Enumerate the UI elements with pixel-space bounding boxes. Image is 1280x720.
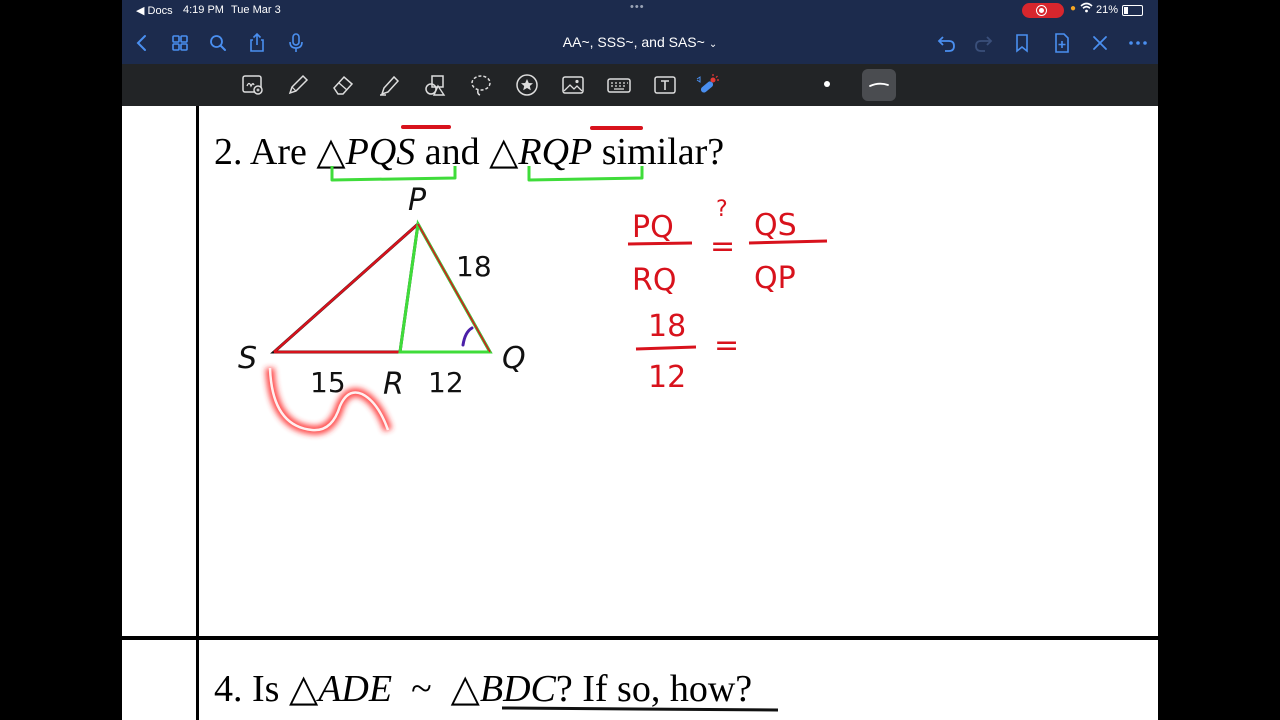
orange-dot-icon: ●: [1070, 3, 1077, 14]
document-title[interactable]: AA~, SSS~, and SAS~ ⌄: [122, 34, 1158, 50]
ratio-2-numerator: QS: [754, 208, 797, 243]
highlighter-icon[interactable]: [376, 72, 402, 98]
vertex-label-p: P: [408, 183, 427, 218]
value-numerator: 18: [648, 309, 686, 344]
back-to-app[interactable]: ◀ Docs: [136, 4, 173, 17]
handwritten-ratios: PQ RQ ? = QS QP 18 12 =: [627, 197, 828, 395]
zoom-box-icon[interactable]: [240, 72, 266, 98]
pen-icon[interactable]: [285, 72, 311, 98]
lasso-icon[interactable]: [468, 72, 494, 98]
side-length-rq: 12: [428, 366, 464, 399]
side-length-pq: 18: [456, 250, 492, 283]
stroke-style-button[interactable]: [862, 69, 896, 101]
multitask-dots-icon[interactable]: •••: [630, 1, 645, 13]
close-icon[interactable]: [1088, 31, 1112, 55]
wifi-icon: [1080, 2, 1093, 16]
status-time: 4:19 PM: [183, 4, 224, 16]
status-date: Tue Mar 3: [231, 4, 281, 16]
keyboard-icon[interactable]: [606, 72, 632, 98]
elements-sticker-icon[interactable]: [514, 72, 540, 98]
thickness-dot-icon[interactable]: [824, 81, 830, 87]
ink-canvas: P S Q R 18 15 12 PQ RQ ? = QS QP 18 12 =: [238, 125, 828, 712]
redo-icon[interactable]: [972, 31, 996, 55]
ipad-screen: ◀ Docs 4:19 PM Tue Mar 3 ••• ● 21% AA~, …: [122, 0, 1158, 720]
document-title-text: AA~, SSS~, and SAS~: [562, 34, 705, 50]
image-icon[interactable]: [560, 72, 586, 98]
q2-green-brackets: [330, 166, 644, 182]
value-denominator: 12: [648, 360, 686, 395]
bookmark-icon[interactable]: [1010, 31, 1034, 55]
q4-underline: [501, 706, 779, 712]
more-icon[interactable]: [1126, 31, 1150, 55]
add-page-icon[interactable]: [1050, 31, 1074, 55]
triangle-figure: P S Q R 18 15 12: [238, 183, 526, 402]
equals-sign-2: =: [714, 328, 739, 363]
drawing-toolbar: [122, 64, 1158, 106]
laser-pointer-icon[interactable]: [694, 72, 720, 98]
question-mark: ?: [716, 197, 728, 222]
q2-red-overlines: [401, 125, 643, 130]
undo-icon[interactable]: [934, 31, 958, 55]
note-page[interactable]: 2. Are △PQS and △RQP similar? 4. Is △ADE…: [122, 106, 1158, 720]
ratio-1-numerator: PQ: [632, 210, 674, 245]
ratio-1-denominator: RQ: [632, 263, 676, 298]
status-bar: ◀ Docs 4:19 PM Tue Mar 3 ••• ● 21%: [122, 0, 1158, 22]
ratio-2-denominator: QP: [754, 261, 796, 296]
chevron-down-icon: ⌄: [708, 39, 718, 50]
equals-sign-1: =: [710, 229, 735, 264]
battery-percent: 21%: [1096, 4, 1119, 16]
vertex-label-r: R: [383, 367, 404, 402]
vertex-label-s: S: [238, 341, 257, 376]
screen-recording-icon[interactable]: [1022, 3, 1064, 18]
battery-icon: [1122, 5, 1143, 16]
vertex-label-q: Q: [502, 341, 526, 376]
side-length-sr: 15: [310, 366, 346, 399]
eraser-icon[interactable]: [330, 72, 356, 98]
text-box-icon[interactable]: [652, 72, 678, 98]
navigation-bar: AA~, SSS~, and SAS~ ⌄: [122, 22, 1158, 64]
shapes-icon[interactable]: [422, 72, 448, 98]
